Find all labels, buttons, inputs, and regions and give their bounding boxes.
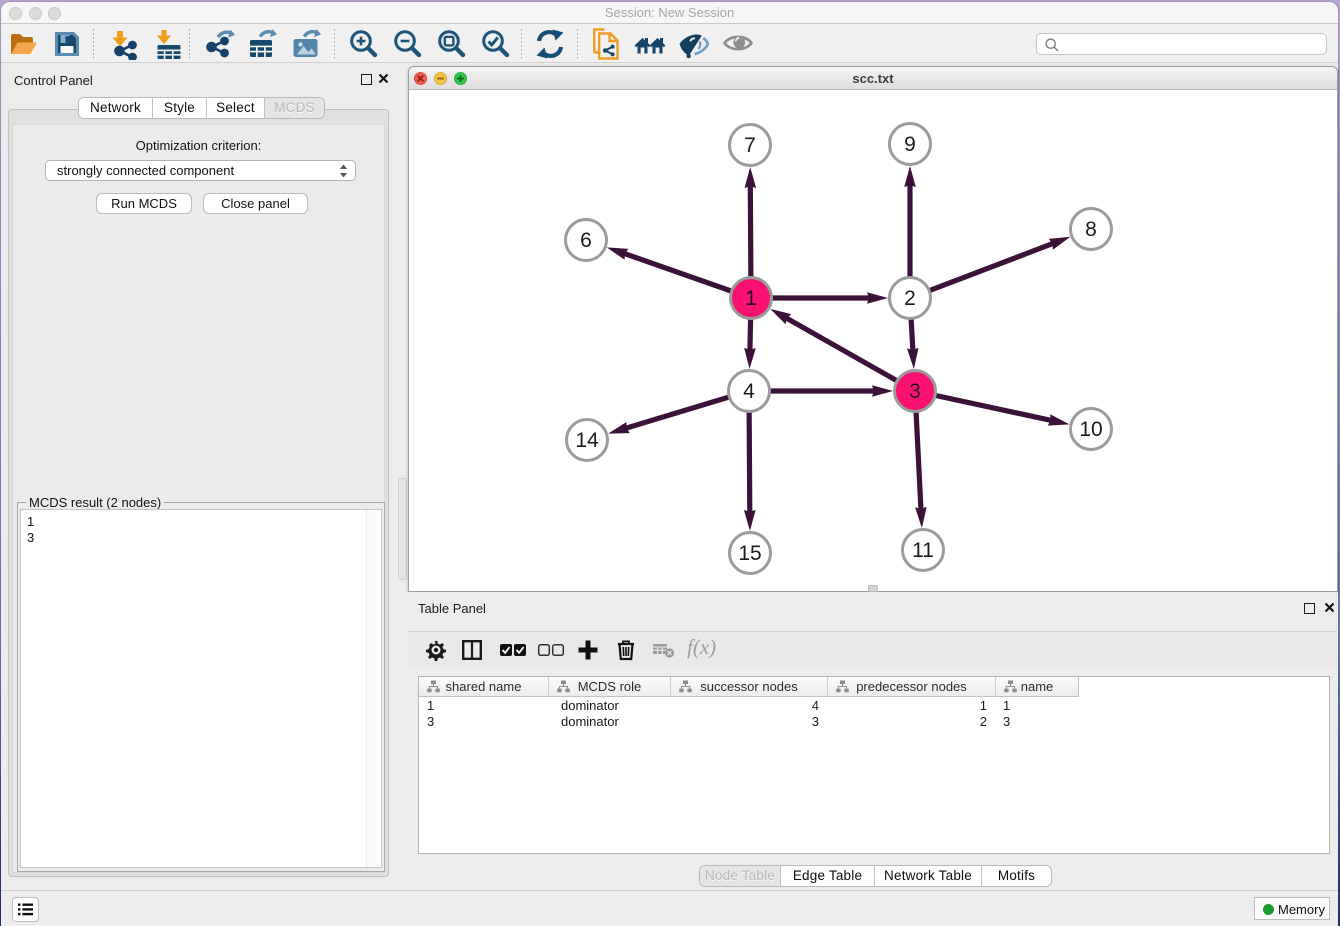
svg-text:4: 4: [743, 380, 755, 403]
svg-text:7: 7: [744, 134, 756, 157]
svg-text:15: 15: [738, 542, 761, 565]
svg-text:11: 11: [912, 539, 934, 562]
svg-text:1: 1: [745, 287, 757, 310]
svg-text:2: 2: [904, 287, 916, 310]
svg-text:14: 14: [575, 429, 599, 452]
svg-text:3: 3: [909, 380, 921, 403]
svg-text:8: 8: [1085, 218, 1097, 241]
svg-text:9: 9: [904, 133, 916, 156]
svg-text:6: 6: [580, 229, 592, 252]
svg-text:10: 10: [1079, 418, 1102, 441]
